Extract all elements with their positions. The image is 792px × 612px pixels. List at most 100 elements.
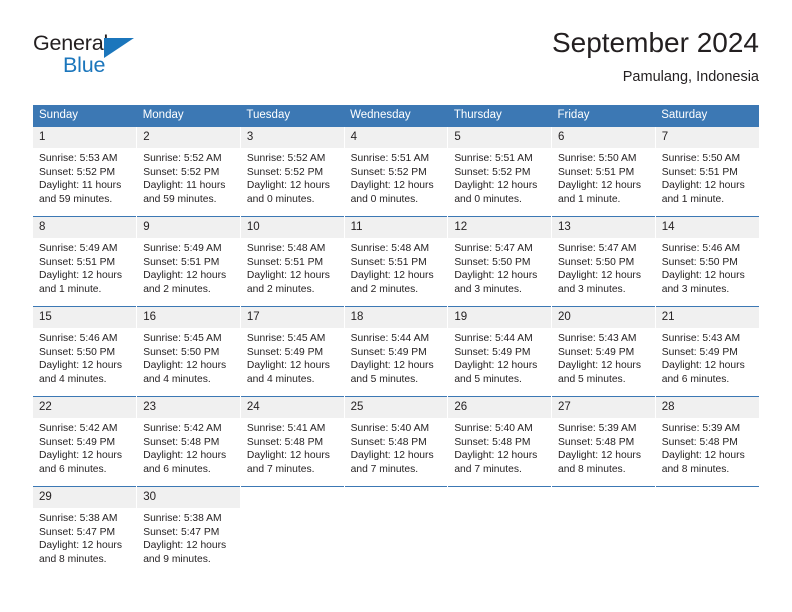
sunset-text: Sunset: 5:50 PM [39,346,116,358]
daylight-text-line1: Daylight: 12 hours [454,270,538,282]
calendar-day-cell[interactable]: 19 Sunrise: 5:44 AM Sunset: 5:49 PM Dayligh… [447,306,553,397]
day-details: Sunrise: 5:42 AM Sunset: 5:48 PM Daylight:… [137,418,240,476]
day-number: 19 [448,307,552,328]
day-cell-inner: 3 Sunrise: 5:52 AM Sunset: 5:52 PM Daylight… [240,127,344,216]
calendar-day-cell[interactable]: 4 Sunrise: 5:51 AM Sunset: 5:52 PM Daylight… [344,127,449,217]
calendar-week-row: 15 Sunrise: 5:46 AM Sunset: 5:50 PM Dayligh… [33,306,759,397]
calendar-grid: Sunday Monday Tuesday Wednesday Thursday… [33,105,759,576]
calendar-day-cell[interactable]: 24 Sunrise: 5:41 AM Sunset: 5:48 PM Dayligh… [240,396,345,487]
day-cell-inner: 20 Sunrise: 5:43 AM Sunset: 5:49 PM Dayligh… [552,307,655,396]
day-number: 10 [240,217,344,238]
calendar-day-cell[interactable]: 11 Sunrise: 5:48 AM Sunset: 5:51 PM Dayligh… [344,216,449,307]
daylight-text-line1: Daylight: 12 hours [39,540,122,552]
day-cell-inner: 14 Sunrise: 5:46 AM Sunset: 5:50 PM Dayligh… [655,217,759,306]
sunrise-text: Sunrise: 5:52 AM [246,153,326,164]
calendar-day-cell[interactable]: 7 Sunrise: 5:50 AM Sunset: 5:51 PM Daylight… [655,127,759,217]
daylight-text-line2: and 1 minute. [661,193,725,205]
calendar-day-cell[interactable]: 6 Sunrise: 5:50 AM Sunset: 5:51 PM Daylight… [551,127,656,217]
day-number: 11 [344,217,448,238]
calendar-day-cell[interactable]: 15 Sunrise: 5:46 AM Sunset: 5:50 PM Dayligh… [33,306,138,397]
day-number: 24 [240,397,344,418]
sunrise-text: Sunrise: 5:42 AM [39,423,118,434]
calendar-day-cell[interactable]: 5 Sunrise: 5:51 AM Sunset: 5:52 PM Daylight… [447,127,553,217]
daylight-text-line2: and 3 minutes. [661,283,730,295]
day-cell-inner: 27 Sunrise: 5:39 AM Sunset: 5:48 PM Dayligh… [552,397,655,486]
daylight-text-line2: and 5 minutes. [350,373,419,385]
weekday-header-friday: Friday [551,105,656,127]
day-number: 9 [137,217,240,238]
calendar-day-cell[interactable]: 14 Sunrise: 5:46 AM Sunset: 5:50 PM Dayligh… [655,216,759,307]
day-details: Sunrise: 5:47 AM Sunset: 5:50 PM Daylight:… [448,238,551,296]
sunset-text: Sunset: 5:51 PM [39,256,116,268]
sunrise-text: Sunrise: 5:46 AM [661,243,741,254]
daylight-text-line2: and 59 minutes. [143,193,217,205]
day-number: 29 [33,487,137,508]
day-cell-inner: 13 Sunrise: 5:47 AM Sunset: 5:50 PM Dayligh… [552,217,655,306]
calendar-day-cell[interactable]: 26 Sunrise: 5:40 AM Sunset: 5:48 PM Dayligh… [447,396,553,487]
day-number: 3 [240,127,344,148]
calendar-day-cell[interactable]: 27 Sunrise: 5:39 AM Sunset: 5:48 PM Dayligh… [551,396,656,487]
day-cell-inner: 2 Sunrise: 5:52 AM Sunset: 5:52 PM Daylight… [137,127,240,216]
calendar-cell-empty [655,486,759,576]
daylight-text-line2: and 59 minutes. [39,193,113,205]
calendar-day-cell[interactable]: 1 Sunrise: 5:53 AM Sunset: 5:52 PM Daylight… [33,127,138,217]
day-details: Sunrise: 5:50 AM Sunset: 5:51 PM Daylight:… [552,148,655,206]
calendar-day-cell[interactable]: 3 Sunrise: 5:52 AM Sunset: 5:52 PM Daylight… [240,127,345,217]
calendar-day-cell[interactable]: 13 Sunrise: 5:47 AM Sunset: 5:50 PM Dayligh… [551,216,656,307]
sunrise-text: Sunrise: 5:40 AM [350,423,430,434]
sunrise-text: Sunrise: 5:44 AM [350,333,430,344]
day-details: Sunrise: 5:50 AM Sunset: 5:51 PM Daylight:… [656,148,759,206]
day-cell-inner: 5 Sunrise: 5:51 AM Sunset: 5:52 PM Daylight… [448,127,552,216]
calendar-day-cell[interactable]: 16 Sunrise: 5:45 AM Sunset: 5:50 PM Dayligh… [136,306,241,397]
day-cell-inner: 9 Sunrise: 5:49 AM Sunset: 5:51 PM Daylight… [137,217,240,306]
calendar-cell-empty [551,486,656,576]
day-cell-inner: 29 Sunrise: 5:38 AM Sunset: 5:47 PM Dayligh… [33,487,137,576]
sunrise-text: Sunrise: 5:39 AM [661,423,741,434]
day-number: 6 [552,127,655,148]
calendar-day-cell[interactable]: 20 Sunrise: 5:43 AM Sunset: 5:49 PM Dayligh… [551,306,656,397]
sunset-text: Sunset: 5:51 PM [661,166,738,178]
calendar-day-cell[interactable]: 30 Sunrise: 5:38 AM Sunset: 5:47 PM Dayligh… [136,486,241,576]
calendar-day-cell[interactable]: 17 Sunrise: 5:45 AM Sunset: 5:49 PM Dayligh… [240,306,345,397]
sunset-text: Sunset: 5:48 PM [661,436,738,448]
day-cell-inner [448,487,551,576]
calendar-day-cell[interactable]: 28 Sunrise: 5:39 AM Sunset: 5:48 PM Dayligh… [655,396,759,487]
calendar-day-cell[interactable]: 12 Sunrise: 5:47 AM Sunset: 5:50 PM Dayligh… [447,216,553,307]
day-details: Sunrise: 5:40 AM Sunset: 5:48 PM Daylight:… [448,418,551,476]
daylight-text-line1: Daylight: 12 hours [558,180,642,192]
calendar-day-cell[interactable]: 8 Sunrise: 5:49 AM Sunset: 5:51 PM Daylight… [33,216,138,307]
daylight-text-line2: and 7 minutes. [454,463,522,475]
day-cell-inner: 4 Sunrise: 5:51 AM Sunset: 5:52 PM Daylight… [344,127,448,216]
calendar-day-cell[interactable]: 29 Sunrise: 5:38 AM Sunset: 5:47 PM Dayligh… [33,486,138,576]
daylight-text-line1: Daylight: 12 hours [39,450,122,462]
daylight-text-line2: and 6 minutes. [39,463,107,475]
calendar-day-cell[interactable]: 18 Sunrise: 5:44 AM Sunset: 5:49 PM Dayligh… [344,306,449,397]
sunset-text: Sunset: 5:52 PM [39,166,116,178]
sunrise-text: Sunrise: 5:39 AM [558,423,637,434]
daylight-text-line1: Daylight: 12 hours [39,360,122,372]
day-cell-inner [656,487,759,576]
sunrise-text: Sunrise: 5:45 AM [246,333,326,344]
calendar-day-cell[interactable]: 10 Sunrise: 5:48 AM Sunset: 5:51 PM Dayligh… [240,216,345,307]
sunrise-text: Sunrise: 5:47 AM [558,243,637,254]
calendar-day-cell[interactable]: 2 Sunrise: 5:52 AM Sunset: 5:52 PM Daylight… [136,127,241,217]
day-details: Sunrise: 5:49 AM Sunset: 5:51 PM Daylight:… [33,238,136,296]
calendar-cell-empty [240,486,345,576]
day-details: Sunrise: 5:53 AM Sunset: 5:52 PM Daylight:… [33,148,136,206]
weekday-header-saturday: Saturday [655,105,759,127]
brand-logo[interactable]: General Blue [33,26,263,86]
sunrise-text: Sunrise: 5:44 AM [454,333,533,344]
triangle-logo-icon [104,38,134,58]
calendar-cell-empty [447,486,553,576]
daylight-text-line1: Daylight: 12 hours [558,450,642,462]
calendar-day-cell[interactable]: 9 Sunrise: 5:49 AM Sunset: 5:51 PM Daylight… [136,216,241,307]
sunset-text: Sunset: 5:51 PM [350,256,427,268]
day-cell-inner: 17 Sunrise: 5:45 AM Sunset: 5:49 PM Dayligh… [240,307,344,396]
calendar-day-cell[interactable]: 22 Sunrise: 5:42 AM Sunset: 5:49 PM Dayligh… [33,396,138,487]
daylight-text-line1: Daylight: 11 hours [39,180,122,192]
calendar-day-cell[interactable]: 21 Sunrise: 5:43 AM Sunset: 5:49 PM Dayligh… [655,306,759,397]
day-number: 18 [344,307,448,328]
daylight-text-line1: Daylight: 12 hours [454,360,538,372]
calendar-day-cell[interactable]: 23 Sunrise: 5:42 AM Sunset: 5:48 PM Dayligh… [136,396,241,487]
calendar-day-cell[interactable]: 25 Sunrise: 5:40 AM Sunset: 5:48 PM Dayligh… [344,396,449,487]
